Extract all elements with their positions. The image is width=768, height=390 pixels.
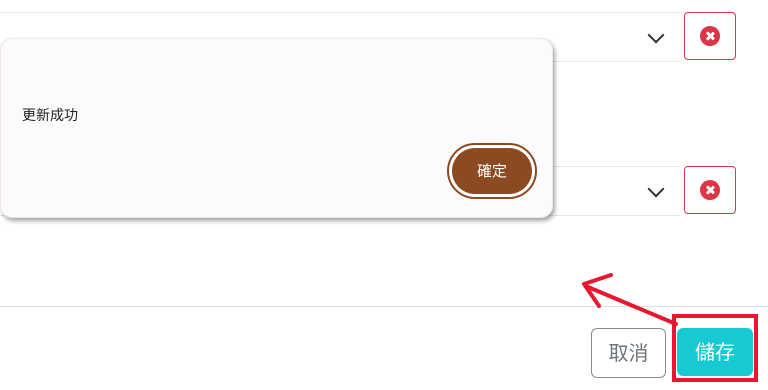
x-circle-icon	[700, 26, 720, 46]
chevron-down-icon	[647, 180, 665, 198]
x-circle-icon	[700, 180, 720, 200]
confirm-button[interactable]: 確定	[447, 143, 537, 199]
success-dialog: 更新成功 確定	[0, 38, 553, 218]
chevron-down-icon	[647, 26, 665, 44]
page: 取消 儲存 更新成功 確定	[0, 0, 768, 390]
remove-row-button-1[interactable]	[684, 12, 736, 60]
confirm-button-label: 確定	[452, 148, 532, 194]
save-button[interactable]: 儲存	[677, 328, 753, 376]
dialog-message: 更新成功	[22, 108, 78, 124]
remove-row-button-2[interactable]	[684, 166, 736, 214]
cancel-button[interactable]: 取消	[591, 328, 666, 378]
footer-divider	[0, 306, 768, 307]
